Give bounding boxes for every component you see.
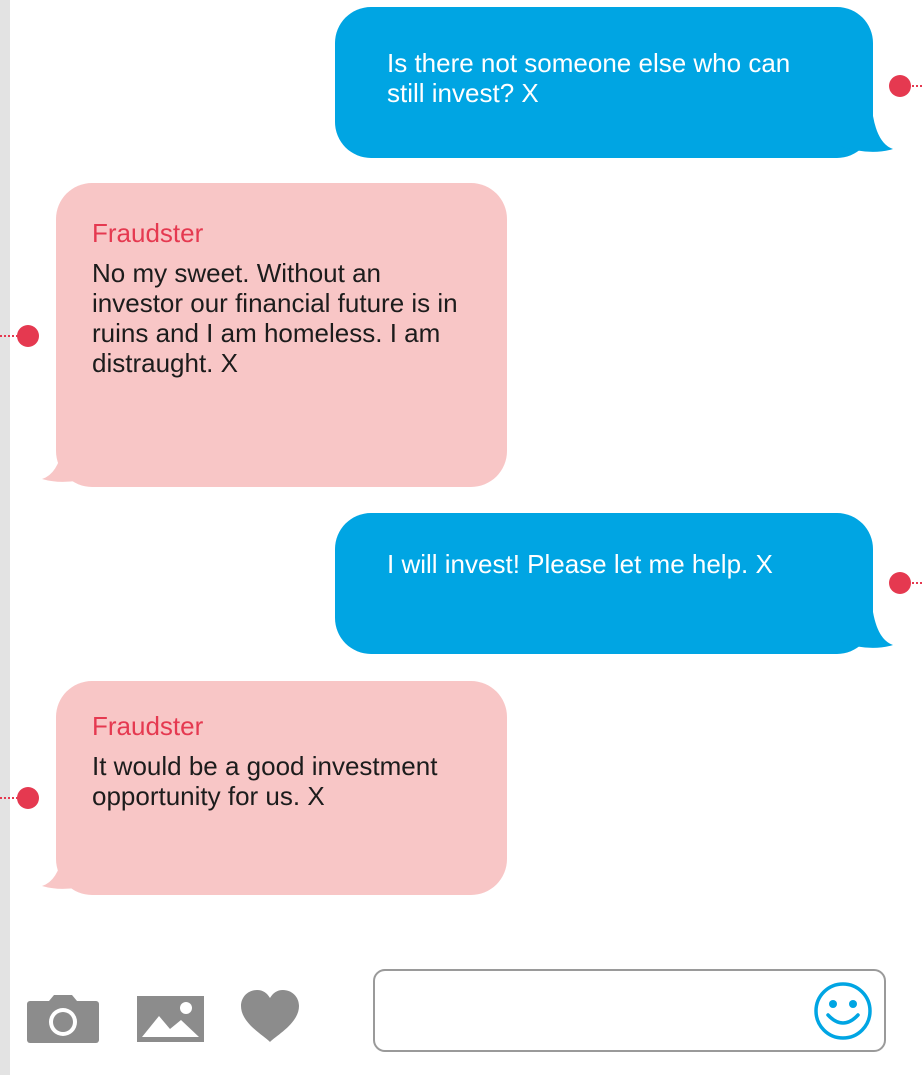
message-text: No my sweet. Without an investor our fin… [92, 258, 458, 378]
annotation-line [0, 335, 18, 337]
camera-icon[interactable] [27, 995, 99, 1043]
bubble-tail [840, 612, 893, 648]
bubble-tail [840, 116, 893, 152]
incoming-message-bubble: Fraudster No my sweet. Without an invest… [56, 183, 507, 487]
annotation-marker [17, 325, 39, 347]
annotation-marker [17, 787, 39, 809]
bubble-tail [42, 446, 96, 482]
left-rail [0, 0, 10, 1075]
smiley-emoji-icon[interactable] [813, 981, 873, 1041]
message-text: It would be a good investment opportunit… [92, 751, 438, 811]
message-text: I will invest! Please let me help. X [387, 549, 773, 579]
message-text: Is there not someone else who can still … [387, 48, 791, 108]
sender-name: Fraudster [92, 711, 204, 741]
bubble-tail [42, 853, 96, 889]
sender-name: Fraudster [92, 218, 204, 248]
message-input[interactable] [373, 969, 886, 1052]
outgoing-message-bubble: Is there not someone else who can still … [335, 7, 873, 158]
outgoing-message-bubble: I will invest! Please let me help. X [335, 513, 873, 654]
image-icon[interactable] [137, 996, 204, 1042]
annotation-line [908, 85, 922, 87]
annotation-line [0, 797, 18, 799]
heart-icon[interactable] [241, 990, 299, 1042]
annotation-line [908, 582, 922, 584]
incoming-message-bubble: Fraudster It would be a good investment … [56, 681, 507, 895]
